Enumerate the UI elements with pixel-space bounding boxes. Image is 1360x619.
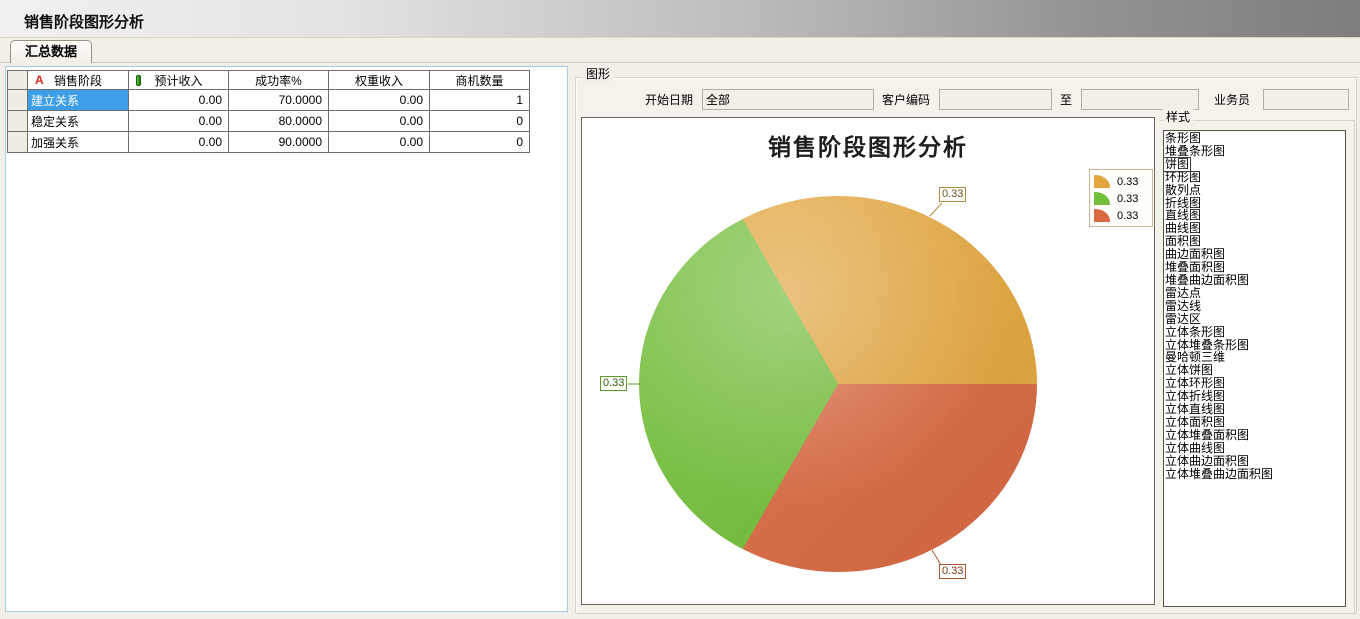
- start-date-input[interactable]: [702, 89, 874, 110]
- table-row: 稳定关系 0.00 80.0000 0.00 0: [8, 111, 530, 132]
- salesman-input[interactable]: [1263, 89, 1349, 110]
- style-option[interactable]: 立体条形图: [1164, 326, 1226, 339]
- style-option[interactable]: 立体堆叠曲边面积图: [1164, 468, 1274, 481]
- style-option[interactable]: 雷达区: [1164, 313, 1202, 326]
- column-header-stage[interactable]: A 销售阶段: [28, 71, 129, 90]
- cell-expected[interactable]: 0.00: [129, 132, 229, 153]
- graph-groupbox-label: 图形: [583, 65, 613, 82]
- tab-strip: 汇总数据: [0, 38, 1360, 63]
- customer-code-input[interactable]: [939, 89, 1052, 110]
- column-header-weighted-income[interactable]: 权重收入: [329, 71, 430, 90]
- cell-count[interactable]: 0: [430, 111, 530, 132]
- tab-label: 汇总数据: [25, 44, 77, 59]
- cell-weighted[interactable]: 0.00: [329, 90, 430, 111]
- style-option[interactable]: 雷达线: [1164, 300, 1202, 313]
- red-letter-a-icon: A: [35, 73, 44, 87]
- legend-swatch-orange-icon: [1094, 175, 1110, 188]
- style-groupbox-label: 样式: [1163, 108, 1193, 125]
- row-selector[interactable]: [8, 90, 28, 111]
- legend-item: 0.33: [1094, 190, 1148, 207]
- style-option[interactable]: 饼图: [1164, 158, 1190, 171]
- cell-stage[interactable]: 加强关系: [28, 132, 129, 153]
- style-option[interactable]: 环形图: [1164, 171, 1202, 184]
- table-header-row: A 销售阶段 预计收入 成功率% 权重收入 商机数量: [8, 71, 530, 90]
- tab-summary-data[interactable]: 汇总数据: [10, 40, 92, 63]
- style-groupbox: 样式 条形图堆叠条形图饼图环形图散列点折线图直线图曲线图面积图曲边面积图堆叠面积…: [1157, 108, 1357, 614]
- chart-title: 销售阶段图形分析: [582, 128, 1154, 162]
- style-option[interactable]: 条形图: [1164, 132, 1202, 145]
- chart-style-list[interactable]: 条形图堆叠条形图饼图环形图散列点折线图直线图曲线图面积图曲边面积图堆叠面积图堆叠…: [1163, 130, 1346, 607]
- style-option[interactable]: 散列点: [1164, 184, 1202, 197]
- pie-chart: [639, 196, 1037, 572]
- cell-stage[interactable]: 建立关系: [28, 90, 129, 111]
- chart-area: 销售阶段图形分析 0.33 0.33 0.33 0.33 0.33: [581, 117, 1155, 605]
- pie-label-orange: 0.33: [939, 187, 966, 202]
- customer-code-label: 客户编码: [882, 91, 930, 110]
- row-selector[interactable]: [8, 132, 28, 153]
- customer-code-to-input[interactable]: [1081, 89, 1199, 110]
- column-header-opportunity-count[interactable]: 商机数量: [430, 71, 530, 90]
- page-title: 销售阶段图形分析: [24, 11, 144, 32]
- legend-item: 0.33: [1094, 173, 1148, 190]
- legend-swatch-red-icon: [1094, 209, 1110, 222]
- style-option[interactable]: 立体直线图: [1164, 403, 1226, 416]
- style-option[interactable]: 雷达点: [1164, 287, 1202, 300]
- cell-rate[interactable]: 70.0000: [229, 90, 329, 111]
- cell-weighted[interactable]: 0.00: [329, 111, 430, 132]
- pie-label-red: 0.33: [939, 564, 966, 579]
- legend-swatch-green-icon: [1094, 192, 1110, 205]
- column-header-expected-income[interactable]: 预计收入: [129, 71, 229, 90]
- window-titlebar: 销售阶段图形分析: [0, 0, 1360, 38]
- cell-rate[interactable]: 80.0000: [229, 111, 329, 132]
- cell-count[interactable]: 1: [430, 90, 530, 111]
- style-option[interactable]: 立体堆叠面积图: [1164, 429, 1250, 442]
- app-window: 销售阶段图形分析 汇总数据 A 销售阶段 预计收入 成功率% 权重收入 商机: [0, 0, 1360, 619]
- green-bar-icon: [136, 75, 141, 86]
- pie-label-green: 0.33: [600, 376, 627, 391]
- summary-table: A 销售阶段 预计收入 成功率% 权重收入 商机数量 建立关系 0.00 70.…: [7, 70, 530, 153]
- column-header-success-rate[interactable]: 成功率%: [229, 71, 329, 90]
- row-selector-header: [8, 71, 28, 90]
- legend-item: 0.33: [1094, 207, 1148, 224]
- row-selector[interactable]: [8, 111, 28, 132]
- to-label: 至: [1060, 91, 1072, 110]
- cell-expected[interactable]: 0.00: [129, 90, 229, 111]
- start-date-label: 开始日期: [645, 91, 693, 110]
- cell-expected[interactable]: 0.00: [129, 111, 229, 132]
- cell-stage[interactable]: 稳定关系: [28, 111, 129, 132]
- style-option[interactable]: 立体曲线图: [1164, 442, 1226, 455]
- summary-grid-panel: A 销售阶段 预计收入 成功率% 权重收入 商机数量 建立关系 0.00 70.…: [5, 66, 568, 612]
- style-option[interactable]: 立体曲边面积图: [1164, 455, 1250, 468]
- cell-rate[interactable]: 90.0000: [229, 132, 329, 153]
- chart-legend: 0.33 0.33 0.33: [1089, 169, 1153, 227]
- table-row: 建立关系 0.00 70.0000 0.00 1: [8, 90, 530, 111]
- cell-weighted[interactable]: 0.00: [329, 132, 430, 153]
- salesman-label: 业务员: [1214, 91, 1250, 110]
- style-option[interactable]: 立体面积图: [1164, 416, 1226, 429]
- style-option[interactable]: 堆叠条形图: [1164, 145, 1226, 158]
- cell-count[interactable]: 0: [430, 132, 530, 153]
- style-option[interactable]: 堆叠曲边面积图: [1164, 274, 1250, 287]
- table-row: 加强关系 0.00 90.0000 0.00 0: [8, 132, 530, 153]
